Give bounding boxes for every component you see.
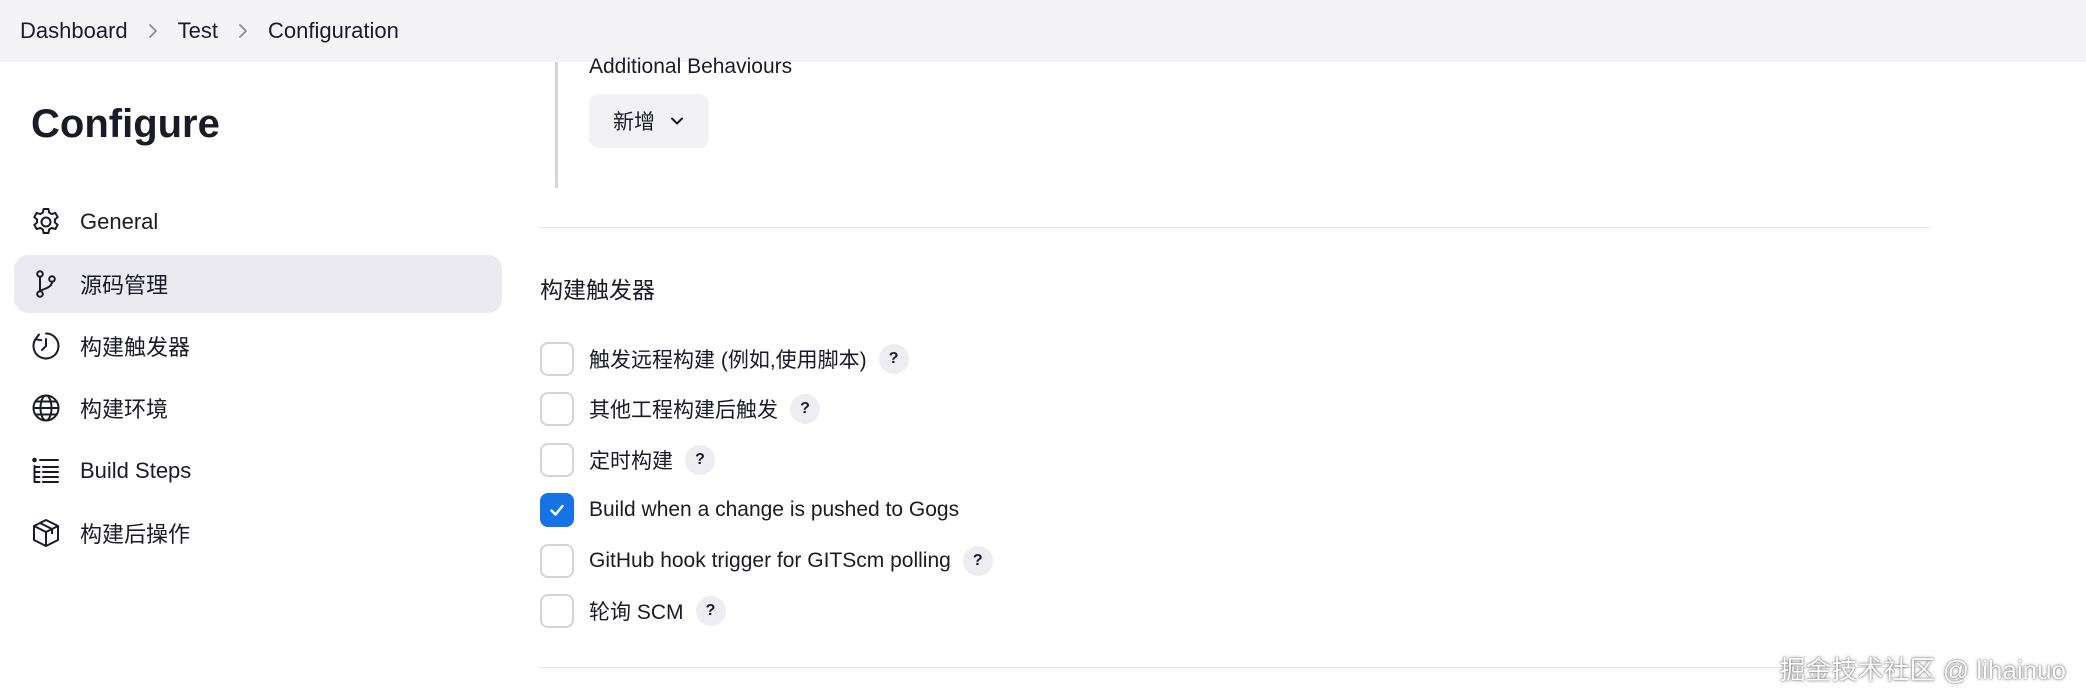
check-icon	[550, 504, 564, 516]
trigger-gogs-push: Build when a change is pushed to Gogs	[540, 492, 959, 528]
sidebar-item-label: 构建后操作	[80, 522, 191, 547]
help-icon[interactable]: ?	[790, 394, 820, 424]
globe-icon	[30, 392, 62, 424]
trigger-build-periodically: 定时构建 ?	[540, 442, 715, 478]
help-icon[interactable]: ?	[878, 344, 909, 374]
trigger-github-hook: GitHub hook trigger for GITScm polling ?	[540, 543, 993, 579]
section-indent-bar	[555, 62, 558, 188]
trigger-checkbox[interactable]	[540, 342, 574, 376]
breadcrumb-dashboard[interactable]: Dashboard	[20, 18, 128, 44]
trigger-label[interactable]: GitHub hook trigger for GITScm polling	[589, 549, 951, 573]
sidebar-item-label: 构建触发器	[80, 335, 191, 360]
trigger-checkbox[interactable]	[540, 392, 574, 426]
sidebar-item-label: Build Steps	[80, 458, 192, 483]
breadcrumb-configuration[interactable]: Configuration	[268, 18, 399, 44]
sidebar-item-build-steps[interactable]: Build Steps	[14, 442, 502, 500]
chevron-right-icon	[218, 23, 268, 39]
trigger-checkbox[interactable]	[540, 443, 574, 477]
trigger-poll-scm: 轮询 SCM ?	[540, 593, 726, 629]
trigger-checkbox[interactable]	[540, 544, 574, 578]
watermark: 掘金技术社区 @ lihainuo	[1779, 655, 2066, 685]
sidebar-item-build-triggers[interactable]: 构建触发器	[14, 317, 502, 375]
trigger-label[interactable]: 触发远程构建 (例如,使用脚本)	[589, 344, 867, 374]
trigger-after-other-projects: 其他工程构建后触发 ?	[540, 391, 820, 427]
help-icon[interactable]: ?	[695, 596, 726, 626]
trigger-label[interactable]: 轮询 SCM	[589, 596, 684, 626]
trigger-label[interactable]: Build when a change is pushed to Gogs	[589, 498, 959, 522]
section-divider	[540, 227, 1930, 228]
sidebar-item-post-build-actions[interactable]: 构建后操作	[14, 504, 502, 562]
clock-icon	[30, 330, 62, 362]
breadcrumb: Dashboard Test Configuration	[0, 0, 2086, 62]
chevron-right-icon	[128, 23, 178, 39]
section-title-build-triggers: 构建触发器	[540, 277, 655, 303]
add-behaviour-button[interactable]: 新增	[589, 94, 709, 148]
trigger-label[interactable]: 其他工程构建后触发	[589, 394, 778, 424]
sidebar-item-label: 构建环境	[80, 397, 169, 422]
list-icon	[30, 455, 62, 487]
trigger-label[interactable]: 定时构建	[589, 445, 673, 475]
sidebar-item-label: 源码管理	[80, 273, 169, 298]
help-icon[interactable]: ?	[685, 445, 715, 475]
breadcrumb-test[interactable]: Test	[178, 18, 218, 44]
sidebar-item-source-management[interactable]: 源码管理	[14, 255, 502, 313]
trigger-checkbox[interactable]	[540, 594, 574, 628]
branch-icon	[30, 268, 62, 300]
gear-icon	[30, 206, 62, 238]
chevron-down-icon	[669, 113, 685, 129]
additional-behaviours-label: Additional Behaviours	[589, 55, 793, 74]
help-icon[interactable]: ?	[962, 546, 993, 576]
trigger-checkbox-checked[interactable]	[540, 493, 574, 527]
section-divider	[540, 667, 1930, 668]
sidebar-item-build-environment[interactable]: 构建环境	[14, 379, 502, 437]
package-icon	[30, 517, 62, 549]
sidebar-item-general[interactable]: General	[14, 193, 502, 251]
page-title: Configure	[31, 102, 220, 146]
trigger-remote-build: 触发远程构建 (例如,使用脚本) ?	[540, 341, 909, 377]
sidebar-item-label: General	[80, 209, 159, 234]
add-button-label: 新增	[613, 111, 655, 134]
